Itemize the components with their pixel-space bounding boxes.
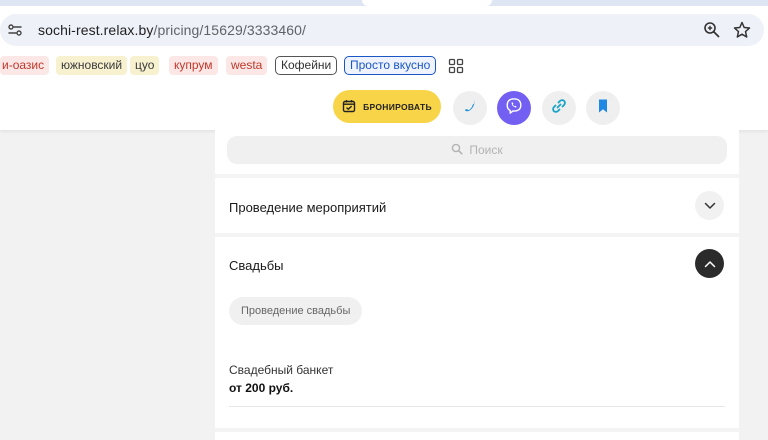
star-icon[interactable] <box>732 20 752 40</box>
bookmark-oasis[interactable]: и-оазис <box>0 56 50 75</box>
section-title-events[interactable]: Проведение мероприятий <box>229 200 386 215</box>
site-info-icon[interactable] <box>6 21 24 39</box>
phone-icon <box>462 98 478 119</box>
viber-icon <box>505 97 523 120</box>
price-item-name: Свадебный банкет <box>229 363 334 377</box>
bookmarks-bar: и-оазис южновский цуо купрум westa Кофей… <box>0 54 768 78</box>
calendar-check-icon <box>342 99 356 115</box>
bookmark-tsuo[interactable]: цуо <box>130 56 160 75</box>
pricing-card: Поиск Проведение мероприятий Свадьбы Про… <box>215 130 739 440</box>
bookmark-prosto-vkusno[interactable]: Просто вкусно <box>344 56 437 75</box>
save-bookmark-button[interactable] <box>586 91 620 125</box>
price-item-value: от 200 руб. <box>229 381 294 395</box>
zoom-icon[interactable] <box>702 20 722 40</box>
site-header: БРОНИРОВАТЬ <box>0 78 768 130</box>
category-chip-wedding[interactable]: Проведение свадьбы <box>229 297 363 325</box>
bookmark-icon <box>596 98 610 119</box>
browser-toolbar: sochi-rest.relax.by/pricing/15629/333346… <box>0 6 768 54</box>
viber-button[interactable] <box>497 91 531 125</box>
section-title-weddings[interactable]: Свадьбы <box>229 258 284 273</box>
link-icon <box>551 98 567 119</box>
phone-button[interactable] <box>453 91 487 125</box>
url-path: /pricing/15629/3333460/ <box>153 22 307 38</box>
book-button[interactable]: БРОНИРОВАТЬ <box>333 90 441 123</box>
url-text[interactable]: sochi-rest.relax.by/pricing/15629/333346… <box>38 22 306 38</box>
bookmark-yuzhnovsky[interactable]: южновский <box>56 56 128 75</box>
section-divider <box>215 233 739 237</box>
section-divider <box>215 428 739 432</box>
bookmark-kuprum[interactable]: купрум <box>169 56 218 75</box>
search-placeholder: Поиск <box>469 143 503 157</box>
search-input[interactable]: Поиск <box>227 136 727 164</box>
url-host: sochi-rest.relax.by <box>38 22 154 38</box>
bookmark-coffee[interactable]: Кофейни <box>275 56 338 75</box>
bookmark-westa[interactable]: westa <box>226 56 268 75</box>
chevron-up-icon <box>704 255 716 273</box>
expand-events-button[interactable] <box>695 191 724 220</box>
address-bar[interactable]: sochi-rest.relax.by/pricing/15629/333346… <box>0 14 764 46</box>
section-divider <box>215 174 739 178</box>
search-icon <box>451 143 463 158</box>
chevron-down-icon <box>704 197 716 215</box>
apps-grid-icon[interactable] <box>448 58 464 74</box>
collapse-weddings-button[interactable] <box>695 249 724 278</box>
share-link-button[interactable] <box>542 91 576 125</box>
item-divider <box>229 406 725 407</box>
book-button-label: БРОНИРОВАТЬ <box>363 101 432 112</box>
